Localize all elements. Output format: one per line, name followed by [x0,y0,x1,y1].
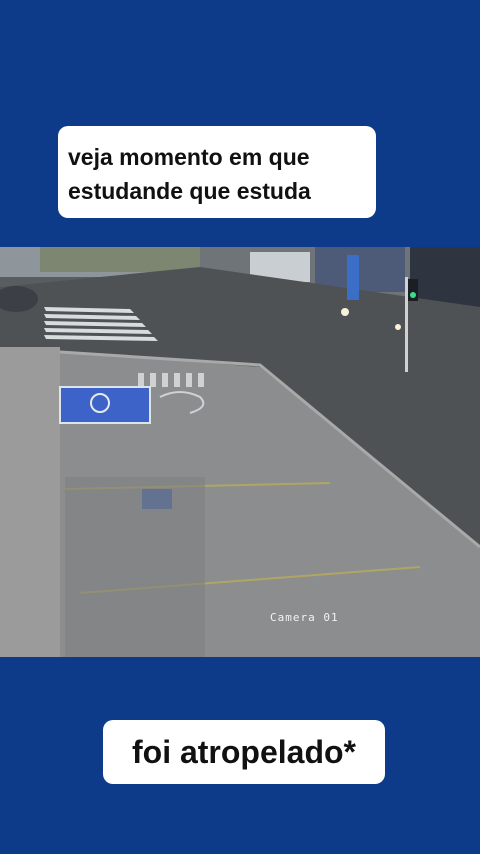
top-caption-line-2: estudande que estuda [68,178,311,204]
cctv-scene [0,247,480,657]
top-caption: veja momento em que estudande que estuda [58,126,376,218]
camera-label: Camera 01 [270,611,339,624]
traffic-light-pole [405,277,408,372]
accessible-parking-icon [59,386,151,424]
cctv-video-frame[interactable]: Camera 01 [0,247,480,657]
sidewalk [0,347,60,657]
trees [40,247,200,272]
top-caption-line-1: veja momento em que [68,144,310,170]
bottom-caption: foi atropelado* [103,720,385,784]
vehicle-light [341,308,349,316]
